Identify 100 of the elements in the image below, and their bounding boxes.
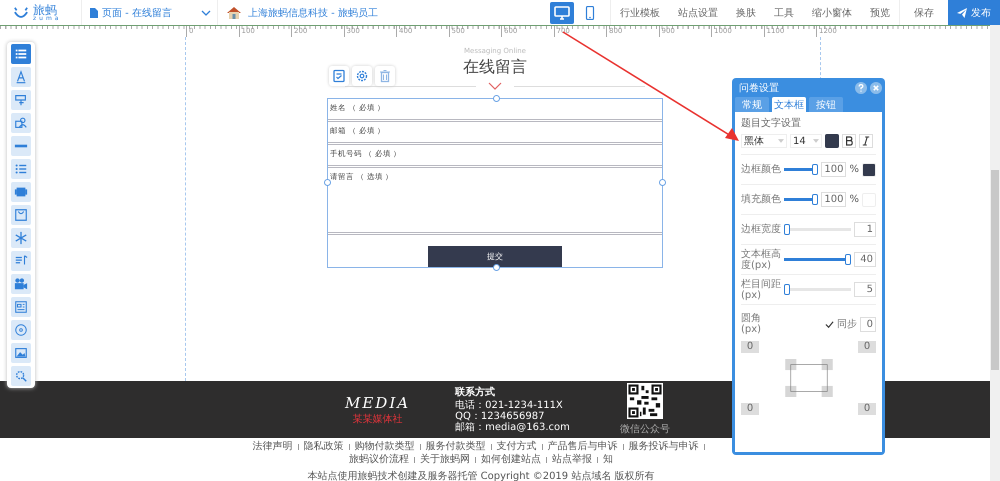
- widget-shape-icon[interactable]: [11, 90, 31, 110]
- footer-link[interactable]: 站点举报: [552, 454, 592, 466]
- setting-label: 栏目间距(px): [741, 278, 781, 300]
- setting-label: 文本框高度(px): [741, 248, 781, 270]
- widget-list-icon[interactable]: [11, 159, 31, 179]
- qr-code: [626, 383, 663, 419]
- widget-gear-icon[interactable]: [11, 366, 31, 386]
- italic-icon[interactable]: [859, 134, 873, 148]
- footer-link[interactable]: 知: [603, 454, 613, 466]
- value-field[interactable]: 100: [821, 162, 846, 177]
- copyright-text: 本站点使用旅蚂技术创建及服务器托管 Copyright ©2019 站点域名 版权所有: [306, 470, 656, 481]
- widget-snowflake-icon[interactable]: [11, 228, 31, 248]
- slider-thumb[interactable]: [812, 194, 818, 205]
- footer-link[interactable]: 隐私政策: [304, 441, 344, 453]
- widget-gallery-icon[interactable]: [11, 182, 31, 202]
- widget-video-icon[interactable]: [11, 274, 31, 294]
- widget-news-icon[interactable]: [11, 297, 31, 317]
- widget-form-icon[interactable]: [11, 44, 31, 64]
- checkbox[interactable]: [825, 320, 834, 328]
- unit-label: %: [849, 194, 859, 205]
- close-icon[interactable]: [870, 82, 882, 94]
- resize-handle[interactable]: [659, 179, 666, 186]
- panel-title: 问卷设置: [739, 82, 780, 94]
- corner-diagram: [784, 359, 832, 397]
- size-select[interactable]: 14: [790, 134, 822, 148]
- contact-line: 电话：021-1234-111X: [455, 400, 564, 410]
- publish-button[interactable]: 发布: [948, 0, 1000, 25]
- widget-music-icon[interactable]: [11, 251, 31, 271]
- menu-item[interactable]: 换肤: [727, 0, 765, 25]
- footer-link[interactable]: 关于旅蚂网: [420, 454, 470, 466]
- color-swatch[interactable]: [862, 162, 876, 176]
- value-field[interactable]: 100: [821, 192, 846, 207]
- chevron-icon: [488, 82, 502, 90]
- menu-item[interactable]: 缩小窗体: [803, 0, 861, 25]
- slider-thumb[interactable]: [812, 164, 818, 175]
- value-field[interactable]: 5: [854, 282, 876, 297]
- brand-name: MEDIA: [345, 394, 410, 412]
- menu-item[interactable]: 工具: [765, 0, 803, 25]
- submit-button[interactable]: 提交: [428, 246, 562, 267]
- font-select[interactable]: 黑体: [741, 134, 787, 148]
- slider-thumb[interactable]: [845, 254, 851, 265]
- logo-icon: [12, 6, 30, 20]
- setting-label: 圆角(px): [741, 313, 762, 335]
- color-swatch[interactable]: [825, 134, 839, 148]
- document-icon: [90, 8, 98, 18]
- page-dropdown[interactable]: 页面 - 在线留言: [82, 0, 218, 25]
- slider-thumb[interactable]: [784, 224, 790, 235]
- edit-icon[interactable]: [329, 66, 349, 86]
- desktop-view-button[interactable]: [550, 2, 574, 24]
- footer-link[interactable]: 如何创建站点: [481, 454, 541, 466]
- value-field[interactable]: 0: [860, 316, 876, 332]
- paper-plane-icon: [957, 8, 967, 18]
- bold-icon[interactable]: [842, 134, 856, 148]
- scrollbar[interactable]: [990, 25, 1000, 481]
- widget-person-icon[interactable]: [11, 113, 31, 133]
- setting-label: 边框宽度: [741, 224, 781, 235]
- chevron-down-icon: [201, 10, 211, 16]
- panel-tab[interactable]: 文本框: [772, 97, 806, 112]
- footer-link[interactable]: 法律声明: [252, 441, 292, 453]
- help-icon[interactable]: [855, 82, 867, 94]
- widget-bag-icon[interactable]: [11, 205, 31, 225]
- house-icon: [226, 6, 242, 20]
- menu-item[interactable]: 行业模板: [611, 0, 669, 25]
- menu-item[interactable]: 站点设置: [669, 0, 727, 25]
- corner-value[interactable]: 0: [858, 341, 876, 353]
- resize-handle[interactable]: [324, 179, 331, 186]
- resize-handle[interactable]: [493, 95, 500, 102]
- sync-label: 同步: [837, 318, 857, 331]
- section-label: 题目文字设置: [741, 116, 802, 130]
- widget-text-icon[interactable]: [11, 67, 31, 87]
- setting-label: 填充颜色: [741, 194, 781, 205]
- site-name[interactable]: 上海旅蚂信息科技 - 旅蚂员工: [248, 6, 378, 20]
- footer-link[interactable]: 支付方式: [496, 441, 536, 453]
- logo-name: 旅蚂: [33, 4, 58, 16]
- caret-icon: [778, 139, 784, 143]
- section-title: 在线留言: [463, 57, 527, 78]
- qr-caption: 微信公众号: [620, 423, 670, 436]
- corner-value[interactable]: 0: [741, 341, 759, 353]
- brand-subtitle: 某某媒体社: [352, 412, 403, 426]
- footer-link[interactable]: 服务投诉与申诉: [628, 441, 698, 453]
- widget-image-icon[interactable]: [11, 343, 31, 363]
- footer-link[interactable]: 购物付款类型: [354, 441, 414, 453]
- settings-icon[interactable]: [352, 66, 372, 86]
- footer-link[interactable]: 服务付款类型: [426, 441, 486, 453]
- unit-label: %: [849, 164, 859, 175]
- setting-label: 边框颜色: [741, 164, 781, 175]
- trash-icon[interactable]: [375, 66, 395, 86]
- footer-link[interactable]: 产品售后与申诉: [548, 441, 618, 453]
- menu-item[interactable]: 预览: [861, 0, 899, 25]
- corner-value[interactable]: 0: [741, 403, 759, 415]
- corner-value[interactable]: 0: [858, 403, 876, 415]
- contact-line: QQ：1234656987: [455, 410, 546, 422]
- footer-link[interactable]: 旅蚂议价流程: [349, 454, 409, 466]
- value-field[interactable]: 1: [854, 222, 876, 237]
- monitor-icon: [554, 6, 570, 20]
- slider-thumb[interactable]: [784, 284, 790, 295]
- value-field[interactable]: 40: [854, 252, 876, 267]
- contact-line: 邮箱：media@163.com: [455, 422, 570, 432]
- resize-handle[interactable]: [493, 264, 500, 271]
- contact-heading: 联系方式: [455, 386, 496, 398]
